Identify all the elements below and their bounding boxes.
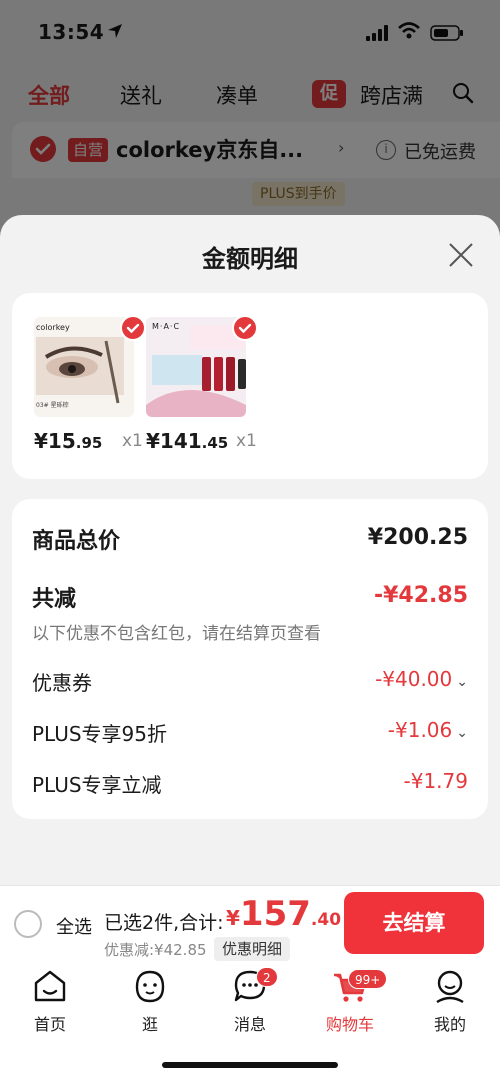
product-price: ¥141.45 <box>146 429 229 453</box>
reduce-note: 以下优惠不包含红包，请在结算页查看 <box>32 624 321 644</box>
total-price-label: 商品总价 <box>32 529 121 554</box>
reduce-value: -¥42.85 <box>373 583 468 608</box>
products-card: colorkey 03# 星砾棕 ¥15.95 x1 M·A·C ¥141.45… <box>12 293 488 479</box>
coupon-label: 优惠券 <box>32 671 92 695</box>
coupon-value: -¥40.00 <box>375 667 453 691</box>
checkout-button[interactable]: 去结算 <box>344 892 484 954</box>
cart-badge: 99+ <box>348 969 388 989</box>
product-image-lipstick-set: M·A·C <box>146 317 246 417</box>
reduce-label: 共减 <box>32 587 77 612</box>
profile-face-icon <box>436 970 464 1004</box>
close-icon[interactable] <box>447 241 475 269</box>
select-all-label[interactable]: 全选 <box>56 913 92 939</box>
product-qty: x1 <box>122 431 143 451</box>
product-item[interactable]: M·A·C ¥141.45 x1 <box>146 315 258 455</box>
product-item[interactable]: colorkey 03# 星砾棕 ¥15.95 x1 <box>34 315 146 455</box>
selected-check-icon <box>120 315 146 341</box>
home-indicator <box>162 1062 338 1068</box>
tab-home-label: 首页 <box>33 1015 66 1034</box>
tab-bar: 首页 逛 消息 2 购物车 99+ 我的 <box>0 961 500 1083</box>
tab-profile-label: 我的 <box>433 1015 466 1034</box>
total-amount: ¥157.40 <box>226 894 342 934</box>
browse-face-icon <box>135 970 165 1003</box>
product-image-eyeliner: colorkey 03# 星砾棕 <box>34 317 134 417</box>
plus-reduce-value: -¥1.79 <box>403 769 468 793</box>
tab-cart-label: 购物车 <box>325 1015 374 1034</box>
total-price-value: ¥200.25 <box>367 525 468 550</box>
svg-text:03# 星砾棕: 03# 星砾棕 <box>36 401 69 409</box>
tab-home[interactable]: 首页 <box>10 967 90 1035</box>
sheet-title: 金额明细 <box>202 245 298 273</box>
discount-detail-button[interactable]: 优惠明细 <box>214 937 291 961</box>
svg-text:M·A·C: M·A·C <box>152 322 180 331</box>
chevron-down-icon: ⌄ <box>456 725 468 741</box>
summary-card: 商品总价 ¥200.25 共减 -¥42.85 以下优惠不包含红包，请在结算页查… <box>12 499 488 819</box>
svg-text:colorkey: colorkey <box>36 323 70 332</box>
home-icon <box>34 970 66 1002</box>
product-price: ¥15.95 <box>34 429 103 453</box>
selected-count-text: 已选2件,合计: <box>104 912 224 934</box>
tab-cart[interactable]: 购物车 99+ <box>310 967 390 1035</box>
plus-reduce-label: PLUS专享立减 <box>32 773 162 797</box>
select-all-checkbox[interactable] <box>14 910 42 938</box>
plus95-label: PLUS专享95折 <box>32 722 167 746</box>
messages-badge: 2 <box>256 967 278 987</box>
tab-messages-label: 消息 <box>233 1015 266 1034</box>
product-qty: x1 <box>236 431 257 451</box>
plus95-value: -¥1.06 <box>387 718 453 742</box>
plus95-row-value[interactable]: -¥1.06 ⌄ <box>388 718 468 742</box>
coupon-row-value[interactable]: -¥40.00 ⌄ <box>375 667 468 691</box>
tab-browse-label: 逛 <box>141 1015 158 1034</box>
discount-text: 优惠减:¥42.85 <box>104 941 207 959</box>
tab-browse[interactable]: 逛 <box>110 967 190 1035</box>
tab-profile[interactable]: 我的 <box>410 967 490 1035</box>
selected-check-icon <box>232 315 258 341</box>
chevron-down-icon: ⌄ <box>456 674 468 690</box>
tab-messages[interactable]: 消息 2 <box>210 967 290 1035</box>
checkout-bar: 全选 已选2件,合计: ¥157.40 优惠减:¥42.85 优惠明细 去结算 <box>0 885 500 961</box>
